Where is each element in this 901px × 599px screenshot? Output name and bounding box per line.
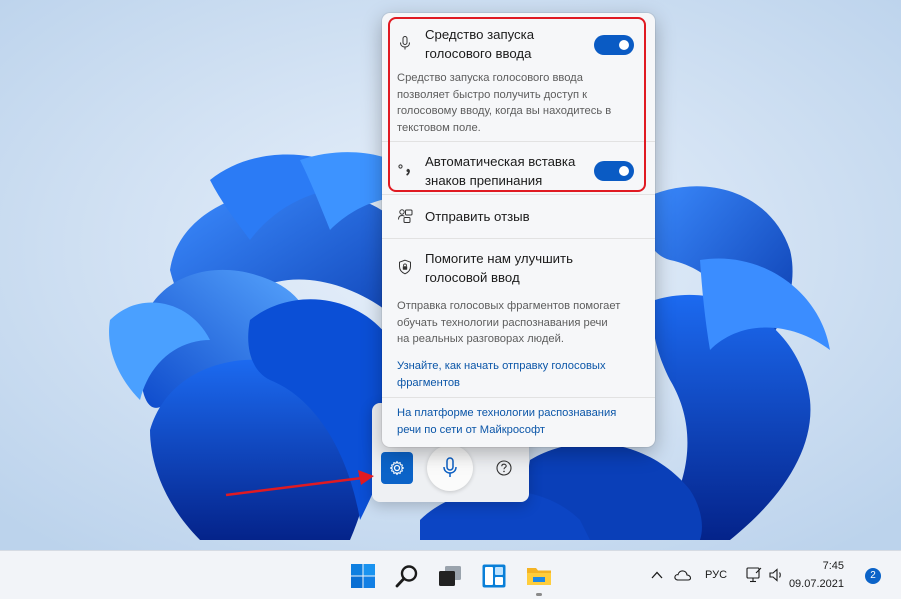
send-feedback-label: Отправить отзыв <box>425 209 530 224</box>
improve-desc-line: обучать технологии распознавания речи <box>397 316 608 329</box>
windows-start-icon <box>351 564 375 588</box>
task-view-icon <box>439 566 461 586</box>
question-icon <box>496 460 512 476</box>
help-button[interactable] <box>491 455 517 481</box>
file-explorer-icon <box>527 568 551 585</box>
chevron-up-icon[interactable] <box>650 565 664 585</box>
running-indicator <box>536 593 542 596</box>
shield-icon <box>399 259 411 275</box>
improve-desc-line: на реальных разговорах людей. <box>397 333 564 345</box>
file-explorer-button[interactable] <box>526 563 552 589</box>
improve-description: Отправка голосовых фрагментов помогает о… <box>397 298 645 348</box>
microphone-icon <box>443 457 457 477</box>
link-line: фрагментов <box>397 376 460 389</box>
send-feedback-item[interactable]: Отправить отзыв <box>382 195 655 237</box>
annotation-highlight-box <box>388 17 646 192</box>
gear-icon <box>389 460 405 476</box>
display-icon[interactable] <box>745 565 763 585</box>
voice-settings-button[interactable] <box>381 452 413 484</box>
divider <box>382 238 655 239</box>
start-button[interactable] <box>350 563 376 589</box>
widgets-icon <box>482 564 506 588</box>
microphone-button[interactable] <box>427 445 473 491</box>
widgets-button[interactable] <box>481 563 507 589</box>
search-icon <box>395 565 418 588</box>
improve-title-line2: голосовой ввод <box>425 270 520 285</box>
link-line: Узнайте, как начать отправку голосовых <box>397 360 606 372</box>
link-line: речи по сети от Майкрософт <box>397 423 546 436</box>
speech-service-link[interactable]: На платформе технологии распознавания ре… <box>397 405 647 438</box>
clock-date[interactable]: 09.07.2021 <box>780 578 844 590</box>
annotation-arrow <box>225 470 374 497</box>
improve-title: Помогите нам улучшить голосовой ввод <box>425 249 573 287</box>
divider <box>382 397 655 398</box>
feedback-icon <box>398 209 413 223</box>
input-language-indicator[interactable]: РУС <box>705 569 727 581</box>
notification-badge[interactable]: 2 <box>865 568 881 584</box>
improve-desc-line: Отправка голосовых фрагментов помогает <box>397 300 621 312</box>
cloud-icon[interactable] <box>673 565 693 585</box>
link-line: На платформе технологии распознавания <box>397 407 617 419</box>
clock-time[interactable]: 7:45 <box>780 560 844 572</box>
search-button[interactable] <box>394 563 420 589</box>
improve-title-line1: Помогите нам улучшить <box>425 251 573 266</box>
task-view-button[interactable] <box>437 563 463 589</box>
learn-send-voice-clips-link[interactable]: Узнайте, как начать отправку голосовых ф… <box>397 358 647 391</box>
taskbar: РУС 7:45 09.07.2021 2 <box>0 550 901 599</box>
